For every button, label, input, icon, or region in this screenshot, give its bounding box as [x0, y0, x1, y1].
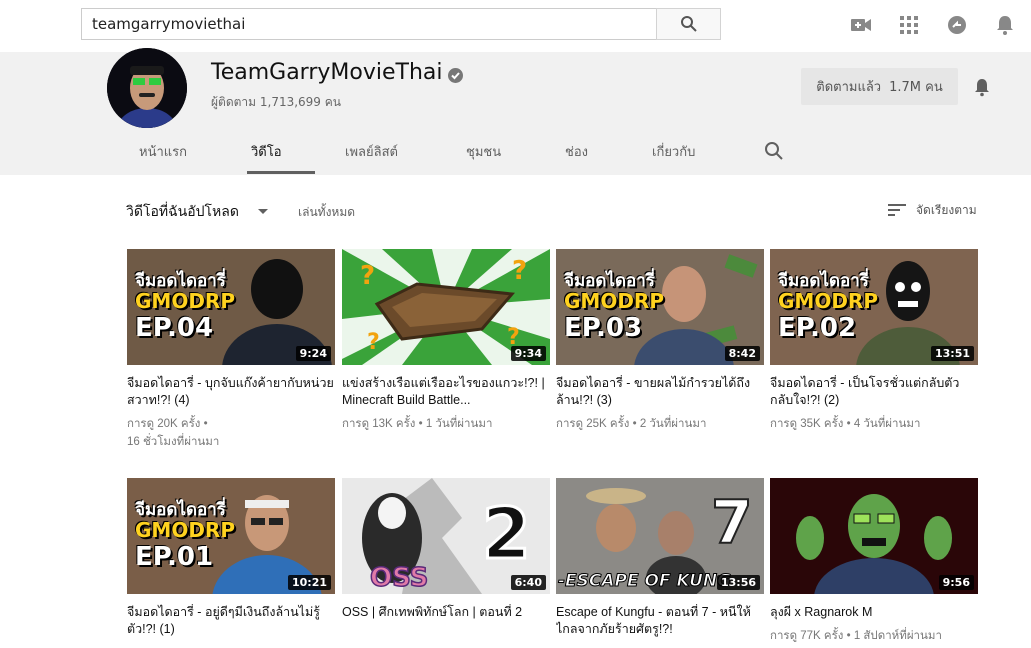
video-title[interactable]: OSS | ศึกเทพพิทักษ์โลก | ตอนที่ 2 — [342, 604, 550, 638]
video-meta: การดู 77K ครั้ง • 1 สัปดาห์ที่ผ่านมา — [770, 627, 978, 645]
svg-text:?: ? — [367, 330, 380, 355]
notifications-bell-icon[interactable] — [994, 14, 1016, 36]
thumbnail-oss-number: 2 — [482, 493, 531, 575]
search-button[interactable] — [656, 8, 721, 40]
subscribe-button[interactable]: ติดตามแล้ว 1.7M คน — [801, 68, 958, 105]
active-tab-indicator — [247, 171, 315, 174]
video-duration: 13:56 — [716, 575, 760, 590]
thumbnail-gmodrp-text: GMODRP — [778, 289, 878, 313]
video-thumbnail[interactable]: จีมอดไดอารี่ GMODRP EP.04 9:24 — [127, 249, 335, 365]
video-card[interactable]: จีมอดไดอารี่ GMODRP EP.03 8:42 จีมอดไดอา… — [556, 249, 764, 433]
thumbnail-episode-text: EP.02 — [778, 313, 857, 343]
video-thumbnail[interactable]: 2 OSS 6:40 — [342, 478, 550, 594]
video-meta: การดู 13K ครั้ง • 1 วันที่ผ่านมา — [342, 415, 550, 433]
video-thumbnail[interactable]: จีมอดไดอารี่ GMODRP EP.03 8:42 — [556, 249, 764, 365]
thumbnail-episode-text: EP.04 — [135, 313, 214, 343]
video-card[interactable]: จีมอดไดอารี่ GMODRP EP.02 13:51 จีมอดไดอ… — [770, 249, 978, 433]
video-title[interactable]: จีมอดไดอารี่ - ขายผลไม้กำรวยได้ถึงล้าน!?… — [556, 375, 764, 409]
video-duration: 9:34 — [510, 346, 546, 361]
channel-search-icon[interactable] — [764, 141, 784, 161]
video-duration: 10:21 — [287, 575, 331, 590]
video-duration: 9:24 — [295, 346, 331, 361]
thumbnail-gmodrp-text: GMODRP — [564, 289, 664, 313]
search-input[interactable]: teamgarrymoviethai — [81, 8, 657, 40]
uploads-dropdown[interactable]: วิดีโอที่ฉันอัปโหลด — [126, 201, 239, 223]
video-title[interactable]: จีมอดไดอารี่ - บุกจับแก๊งค้ายากับหน่วยสว… — [127, 375, 335, 409]
subscriber-count: ผู้ติดตาม 1,713,699 คน — [211, 95, 341, 109]
tab-playlists[interactable]: เพลย์ลิสต์ — [345, 141, 398, 162]
subscribe-label: ติดตามแล้ว — [816, 80, 882, 95]
channel-avatar[interactable] — [107, 48, 187, 128]
video-views: การดู 35K ครั้ง • 4 วันที่ผ่านมา — [770, 418, 921, 430]
video-thumbnail[interactable]: จีมอดไดอารี่ GMODRP EP.01 10:21 — [127, 478, 335, 594]
channel-name: TeamGarryMovieThai — [211, 60, 443, 85]
thumbnail-oss-logo-text: OSS — [370, 563, 428, 593]
tab-community[interactable]: ชุมชน — [466, 141, 501, 162]
sort-button[interactable]: จัดเรียงตาม — [916, 201, 977, 220]
top-bar: teamgarrymoviethai — [0, 0, 1031, 52]
video-thumbnail[interactable]: จีมอดไดอารี่ GMODRP EP.02 13:51 — [770, 249, 978, 365]
video-meta: การดู 25K ครั้ง • 2 วันที่ผ่านมา — [556, 415, 764, 433]
video-thumbnail[interactable]: 7 -ESCAPE OF KUNG 13:56 — [556, 478, 764, 594]
subscribe-count: 1.7M คน — [889, 80, 943, 95]
video-camera-icon[interactable] — [850, 14, 872, 36]
thumbnail-kungfu-text: -ESCAPE OF KUNG — [558, 571, 731, 591]
video-views: การดู 20K ครั้ง • — [127, 418, 208, 430]
tab-channels[interactable]: ช่อง — [565, 141, 588, 162]
tab-videos[interactable]: วิดีโอ — [251, 141, 282, 162]
tab-home[interactable]: หน้าแรก — [139, 141, 187, 162]
sort-icon[interactable] — [887, 202, 907, 218]
video-title[interactable]: Escape of Kungfu - ตอนที่ 7 - หนีให้ไกลจ… — [556, 604, 764, 638]
thumbnail-gmodrp-text: GMODRP — [135, 289, 235, 313]
video-title[interactable]: ลุงผี x Ragnarok M — [770, 604, 978, 621]
apps-grid-icon[interactable] — [898, 14, 920, 36]
video-card[interactable]: 9:56 ลุงผี x Ragnarok M การดู 77K ครั้ง … — [770, 478, 978, 645]
video-title[interactable]: จีมอดไดอารี่ - อยู่ดีๆมีเงินถึงล้านไม่รู… — [127, 604, 335, 638]
video-duration: 9:56 — [938, 575, 974, 590]
thumbnail-kungfu-number: 7 — [711, 488, 753, 558]
thumbnail-episode-text: EP.03 — [564, 313, 643, 343]
play-all-link[interactable]: เล่นทั้งหมด — [298, 203, 355, 222]
video-thumbnail[interactable]: 9:56 — [770, 478, 978, 594]
thumbnail-gmodrp-text: GMODRP — [135, 518, 235, 542]
video-title[interactable]: จีมอดไดอารี่ - เป็นโจรชั่วแต่กลับตัวกลับ… — [770, 375, 978, 409]
video-duration: 13:51 — [930, 346, 974, 361]
video-card[interactable]: 7 -ESCAPE OF KUNG 13:56 Escape of Kungfu… — [556, 478, 764, 638]
video-card[interactable]: จีมอดไดอารี่ GMODRP EP.01 10:21 จีมอดไดอ… — [127, 478, 335, 638]
video-views: การดู 25K ครั้ง • 2 วันที่ผ่านมา — [556, 418, 707, 430]
search-icon — [680, 16, 697, 32]
thumbnail-episode-text: EP.01 — [135, 542, 214, 572]
video-card[interactable]: จีมอดไดอารี่ GMODRP EP.04 9:24 จีมอดไดอา… — [127, 249, 335, 451]
svg-text:?: ? — [512, 256, 527, 286]
video-duration: 6:40 — [510, 575, 546, 590]
tab-about[interactable]: เกี่ยวกับ — [652, 141, 695, 162]
video-thumbnail[interactable]: ? ? ? ? 9:34 — [342, 249, 550, 365]
video-meta: การดู 35K ครั้ง • 4 วันที่ผ่านมา — [770, 415, 978, 433]
video-meta: การดู 20K ครั้ง • 16 ชั่วโมงที่ผ่านมา — [127, 415, 335, 451]
svg-text:?: ? — [360, 261, 375, 291]
video-title[interactable]: แข่งสร้างเรือแต่เรืออะไรของแกวะ!?! | Min… — [342, 375, 550, 409]
video-card[interactable]: 2 OSS 6:40 OSS | ศึกเทพพิทักษ์โลก | ตอนท… — [342, 478, 550, 638]
video-duration: 8:42 — [724, 346, 760, 361]
chevron-down-icon[interactable] — [258, 209, 268, 214]
video-card[interactable]: ? ? ? ? 9:34 แข่งสร้างเรือแต่เรืออะไรของ… — [342, 249, 550, 433]
verified-badge-icon — [448, 68, 463, 83]
video-views: การดู 77K ครั้ง • 1 สัปดาห์ที่ผ่านมา — [770, 630, 942, 642]
video-views: การดู 13K ครั้ง • 1 วันที่ผ่านมา — [342, 418, 493, 430]
share-chat-icon[interactable] — [946, 14, 968, 36]
video-age: 16 ชั่วโมงที่ผ่านมา — [127, 436, 220, 448]
channel-bell-icon[interactable] — [972, 77, 992, 97]
